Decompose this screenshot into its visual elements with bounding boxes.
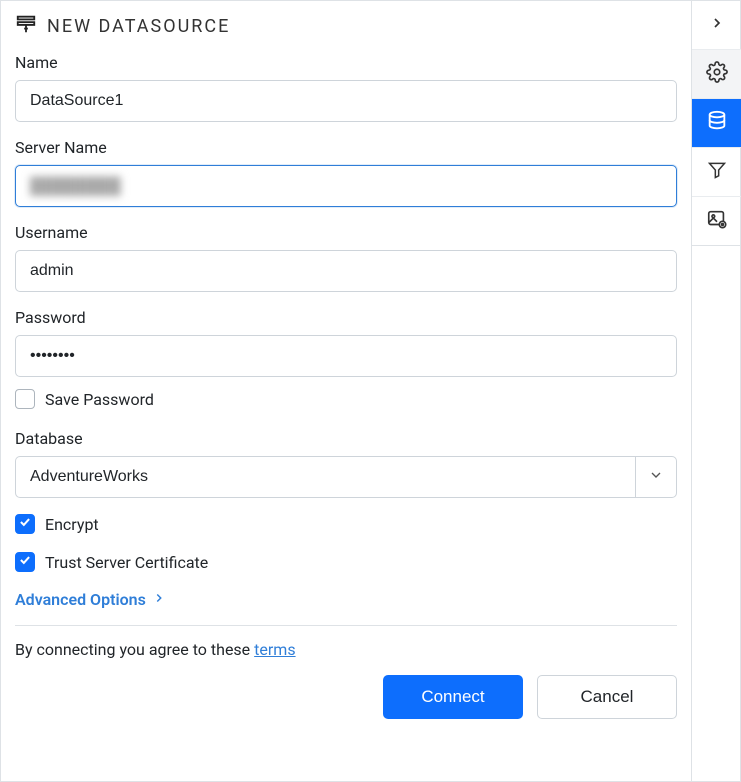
password-label: Password [15, 308, 677, 327]
chevron-right-icon [152, 590, 166, 609]
check-icon [18, 515, 32, 533]
datasource-form-panel: NEW DATASOURCE Name Server Name ████████… [1, 1, 691, 781]
server-name-label: Server Name [15, 138, 677, 157]
username-label: Username [15, 223, 677, 242]
chevron-right-icon [709, 15, 725, 35]
sidebar-expand-button[interactable] [692, 1, 741, 50]
sidebar-settings-button[interactable] [692, 50, 741, 99]
cancel-button[interactable]: Cancel [537, 675, 677, 719]
encrypt-row: Encrypt [15, 514, 677, 534]
trust-cert-row: Trust Server Certificate [15, 552, 677, 572]
username-input[interactable] [15, 250, 677, 292]
database-select[interactable] [15, 456, 677, 498]
username-group: Username [15, 223, 677, 292]
server-name-input[interactable]: ████████ [15, 165, 677, 207]
sidebar-filter-button[interactable] [692, 148, 741, 197]
encrypt-label: Encrypt [45, 515, 99, 534]
database-group: Database [15, 429, 677, 498]
sidebar-datasource-button[interactable] [692, 99, 741, 148]
check-icon [18, 553, 32, 571]
divider [15, 625, 677, 626]
button-row: Connect Cancel [15, 675, 677, 719]
datasource-icon [15, 13, 37, 39]
save-password-label: Save Password [45, 390, 154, 409]
password-input[interactable] [15, 335, 677, 377]
terms-link[interactable]: terms [254, 640, 295, 659]
advanced-options-link[interactable]: Advanced Options [15, 590, 677, 609]
page-title: NEW DATASOURCE [47, 16, 230, 37]
filter-icon [707, 160, 727, 184]
save-password-row: Save Password [15, 389, 677, 409]
sidebar-image-settings-button[interactable] [692, 197, 741, 246]
save-password-checkbox[interactable] [15, 389, 35, 409]
gear-icon [706, 61, 728, 87]
database-label: Database [15, 429, 677, 448]
database-dropdown-button[interactable] [635, 456, 677, 498]
encrypt-checkbox[interactable] [15, 514, 35, 534]
name-group: Name [15, 53, 677, 122]
name-label: Name [15, 53, 677, 72]
right-sidebar [691, 1, 740, 781]
name-input[interactable] [15, 80, 677, 122]
trust-cert-label: Trust Server Certificate [45, 553, 208, 572]
connect-button[interactable]: Connect [383, 675, 523, 719]
terms-text: By connecting you agree to these terms [15, 640, 677, 659]
panel-header: NEW DATASOURCE [15, 13, 677, 39]
image-settings-icon [706, 208, 728, 234]
chevron-down-icon [648, 467, 664, 487]
database-input[interactable] [15, 456, 635, 498]
password-group: Password [15, 308, 677, 377]
database-icon [706, 110, 728, 136]
trust-cert-checkbox[interactable] [15, 552, 35, 572]
server-name-group: Server Name ████████ [15, 138, 677, 207]
